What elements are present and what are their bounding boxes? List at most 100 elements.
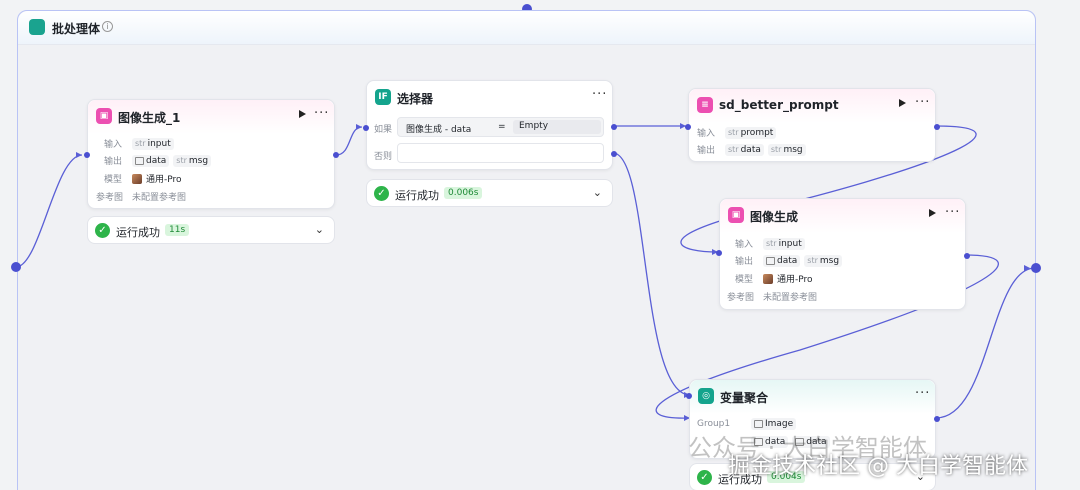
else-label: 否则 bbox=[374, 152, 393, 162]
ref-row: 参考图 未配置参考图 bbox=[727, 290, 817, 303]
node-header[interactable]: ≡ sd_better_prompt ··· bbox=[689, 89, 935, 123]
node-title: sd_better_prompt bbox=[719, 98, 839, 112]
check-icon: ✓ bbox=[697, 470, 712, 485]
node-title: 选择器 bbox=[397, 92, 434, 106]
input-row: 输入 str input bbox=[104, 137, 174, 150]
ref-label: 参考图 bbox=[727, 293, 755, 303]
if-icon: IF bbox=[375, 89, 391, 105]
node-sd-better-prompt[interactable]: ≡ sd_better_prompt ··· 输入 str prompt 输出 s… bbox=[685, 88, 940, 162]
chevron-down-icon[interactable]: ⌄ bbox=[315, 223, 324, 236]
status-time: 11s bbox=[165, 224, 190, 236]
model-label: 模型 bbox=[735, 275, 754, 285]
node-input-port[interactable] bbox=[716, 250, 722, 256]
image-icon: ▣ bbox=[728, 207, 744, 223]
more-icon[interactable]: ··· bbox=[592, 87, 607, 102]
type-label: str bbox=[135, 139, 146, 148]
model-avatar bbox=[763, 273, 773, 284]
node-input-port[interactable] bbox=[84, 152, 90, 158]
play-icon[interactable] bbox=[929, 209, 936, 217]
more-icon[interactable]: ··· bbox=[915, 386, 930, 401]
condition-right: Empty bbox=[513, 120, 601, 134]
type-label: str bbox=[728, 145, 739, 154]
var-name: msg bbox=[783, 144, 803, 155]
more-icon[interactable]: ··· bbox=[314, 106, 329, 121]
node-output-port[interactable] bbox=[333, 152, 339, 158]
var-name: msg bbox=[819, 255, 840, 266]
output-row: 输出 str data str msg bbox=[697, 143, 806, 156]
input-tag: str input bbox=[132, 137, 174, 150]
input-label: 输入 bbox=[104, 140, 123, 150]
chevron-down-icon[interactable]: ⌄ bbox=[593, 186, 602, 199]
list-icon: ≡ bbox=[697, 97, 713, 113]
node-output-port[interactable] bbox=[964, 253, 970, 259]
status-bar-image-gen-1[interactable]: ✓ 运行成功 11s ⌄ bbox=[87, 216, 335, 244]
aggregate-icon: ◎ bbox=[698, 388, 714, 404]
more-icon[interactable]: ··· bbox=[945, 205, 960, 220]
var-name: input bbox=[147, 138, 171, 149]
output-msg-tag: str msg bbox=[804, 254, 843, 267]
image-icon: ▣ bbox=[96, 108, 112, 124]
edge-start-to-image1 bbox=[15, 154, 83, 268]
image-type-icon bbox=[135, 156, 144, 165]
node-input-port[interactable] bbox=[685, 124, 691, 130]
node-output-port[interactable] bbox=[934, 416, 940, 422]
status-bar-selector[interactable]: ✓ 运行成功 0.006s ⌄ bbox=[366, 179, 613, 207]
node-output-port[interactable] bbox=[934, 124, 940, 130]
if-label: 如果 bbox=[374, 125, 393, 135]
output-data-tag: data bbox=[763, 254, 801, 267]
image-type-icon bbox=[766, 256, 775, 265]
status-text: 运行成功 bbox=[116, 226, 160, 239]
arrow-head bbox=[356, 124, 362, 130]
input-tag: str prompt bbox=[725, 126, 777, 139]
model-value: 通用-Pro bbox=[146, 175, 182, 185]
status-text: 运行成功 bbox=[395, 189, 439, 202]
node-input-port[interactable] bbox=[363, 125, 369, 131]
condition-box[interactable]: 图像生成 - data = Empty bbox=[397, 117, 604, 137]
output-row: 输出 data str msg bbox=[104, 154, 212, 167]
ref-label: 参考图 bbox=[96, 193, 124, 203]
var-name: prompt bbox=[740, 127, 774, 138]
play-icon[interactable] bbox=[299, 110, 306, 118]
else-box[interactable] bbox=[397, 143, 604, 163]
model-row: 模型 通用-Pro bbox=[104, 172, 182, 185]
watermark-overlay: 掘金技术社区 @ 大白学智能体 bbox=[728, 454, 1028, 479]
node-header[interactable]: ▣ 图像生成_1 ··· bbox=[88, 100, 334, 134]
workflow-canvas[interactable]: 批处理体 i ▣ 图像生成_1 ··· 输入 str input 输出 data… bbox=[0, 0, 1080, 490]
node-header[interactable]: ◎ 变量聚合 ··· bbox=[690, 380, 935, 414]
edge-image1-to-selector bbox=[335, 126, 363, 156]
model-value: 通用-Pro bbox=[777, 275, 813, 285]
node-header[interactable]: IF 选择器 ··· bbox=[367, 81, 612, 115]
node-input-port[interactable] bbox=[686, 393, 692, 399]
output-row: 输出 data str msg bbox=[735, 254, 843, 267]
node-header[interactable]: ▣ 图像生成 ··· bbox=[720, 199, 965, 233]
node-image-gen[interactable]: ▣ 图像生成 ··· 输入 str input 输出 data str msg 模型… bbox=[716, 198, 970, 310]
check-icon: ✓ bbox=[95, 223, 110, 238]
input-label: 输入 bbox=[735, 240, 754, 250]
arrow-head bbox=[76, 152, 82, 158]
batch-output-port[interactable] bbox=[1031, 263, 1041, 273]
batch-input-port[interactable] bbox=[11, 262, 21, 272]
condition-left: 图像生成 - data bbox=[406, 125, 472, 135]
var-name: data bbox=[146, 155, 167, 166]
type-label: str bbox=[770, 145, 782, 154]
output-data-tag: data bbox=[132, 154, 170, 167]
var-name: msg bbox=[188, 155, 209, 166]
if-output-port[interactable] bbox=[611, 124, 617, 130]
type-label: str bbox=[728, 128, 739, 137]
ref-row: 参考图 未配置参考图 bbox=[96, 190, 186, 203]
node-image-gen-1[interactable]: ▣ 图像生成_1 ··· 输入 str input 输出 data str msg … bbox=[84, 99, 339, 209]
condition-operator: = bbox=[498, 122, 506, 132]
input-row: 输入 str prompt bbox=[697, 126, 777, 139]
type-label: str bbox=[176, 156, 187, 165]
image-type-icon bbox=[754, 420, 763, 428]
node-selector[interactable]: IF 选择器 ··· 如果 图像生成 - data = Empty 否则 bbox=[363, 80, 617, 170]
type-label: str bbox=[807, 256, 818, 265]
play-icon[interactable] bbox=[899, 99, 906, 107]
var-name: data bbox=[777, 255, 798, 266]
output-msg-tag: str msg bbox=[173, 154, 212, 167]
else-output-port[interactable] bbox=[611, 151, 617, 157]
node-title: 图像生成 bbox=[750, 210, 799, 224]
edge-selector-else-to-agg bbox=[612, 152, 691, 396]
input-row: 输入 str input bbox=[735, 237, 805, 250]
more-icon[interactable]: ··· bbox=[915, 95, 930, 110]
